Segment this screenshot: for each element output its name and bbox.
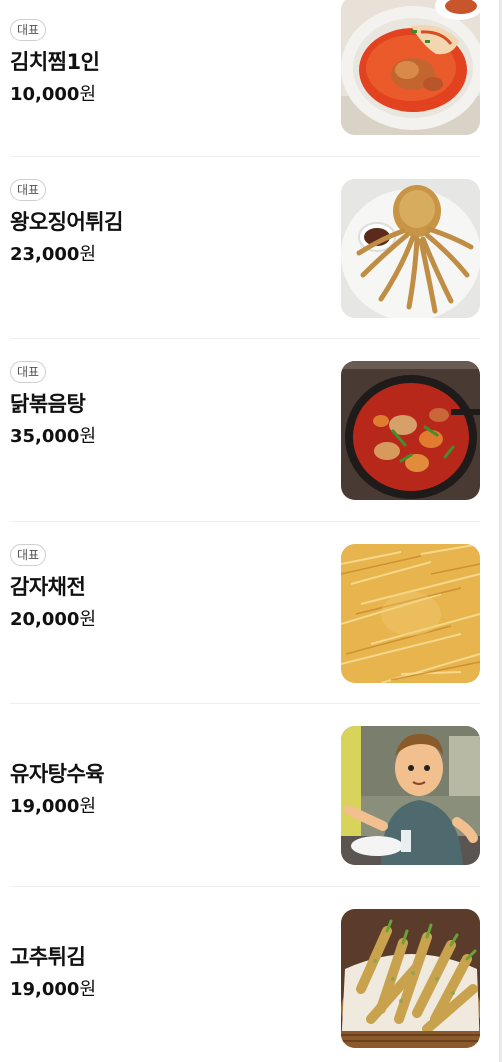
- signature-badge: 대표: [10, 544, 47, 566]
- menu-item-price: 23,000원: [10, 243, 310, 267]
- menu-list: 대표 김치찜1인 10,000원 대표 왕오징어튀김 23,000원 대표 닭볶…: [10, 0, 480, 1062]
- menu-item-info: 고추튀김 19,000원: [10, 942, 310, 1002]
- menu-item-name: 왕오징어튀김: [10, 210, 123, 234]
- price-value: 35,000: [10, 426, 80, 447]
- menu-item[interactable]: 대표 닭볶음탕 35,000원: [10, 339, 480, 522]
- menu-item-info: 유자탕수육 19,000원: [10, 759, 310, 819]
- menu-item-name: 유자탕수육: [10, 762, 105, 786]
- menu-item-name: 감자채전: [10, 575, 86, 599]
- menu-item-price: 19,000원: [10, 978, 310, 1002]
- menu-item-price: 20,000원: [10, 608, 310, 632]
- menu-item-price: 19,000원: [10, 795, 310, 819]
- menu-item-info: 대표 왕오징어튀김 23,000원: [10, 179, 310, 267]
- price-unit: 원: [79, 244, 97, 265]
- menu-item-name: 닭볶음탕: [10, 392, 86, 416]
- menu-item-info: 대표 닭볶음탕 35,000원: [10, 361, 310, 449]
- menu-item-info: 대표 감자채전 20,000원: [10, 544, 310, 632]
- signature-badge: 대표: [10, 179, 47, 201]
- menu-item[interactable]: 유자탕수육 19,000원: [10, 704, 480, 887]
- menu-item[interactable]: 고추튀김 19,000원: [10, 887, 480, 1062]
- price-unit: 원: [79, 609, 97, 630]
- cartoon-character-photo: [341, 726, 480, 865]
- price-value: 20,000: [10, 609, 80, 630]
- price-unit: 원: [79, 84, 97, 105]
- signature-badge: 대표: [10, 361, 47, 383]
- menu-item-name: 고추튀김: [10, 945, 86, 969]
- menu-item-info: 대표 김치찜1인 10,000원: [10, 19, 310, 107]
- menu-item[interactable]: 대표 김치찜1인 10,000원: [10, 0, 480, 157]
- menu-item-name: 김치찜1인: [10, 50, 100, 74]
- kimchi-jjim-photo: [341, 0, 480, 135]
- fried-pepper-photo: [341, 909, 480, 1048]
- price-unit: 원: [79, 796, 97, 817]
- signature-badge: 대표: [10, 19, 47, 41]
- braised-chicken-photo: [341, 361, 480, 500]
- menu-item-price: 10,000원: [10, 83, 310, 107]
- price-value: 23,000: [10, 244, 80, 265]
- price-value: 10,000: [10, 84, 80, 105]
- price-value: 19,000: [10, 979, 80, 1000]
- price-unit: 원: [79, 979, 97, 1000]
- price-value: 19,000: [10, 796, 80, 817]
- menu-item-price: 35,000원: [10, 425, 310, 449]
- menu-item[interactable]: 대표 감자채전 20,000원: [10, 522, 480, 704]
- potato-pancake-photo: [341, 544, 480, 683]
- fried-squid-photo: [341, 179, 480, 318]
- menu-item[interactable]: 대표 왕오징어튀김 23,000원: [10, 157, 480, 339]
- price-unit: 원: [79, 426, 97, 447]
